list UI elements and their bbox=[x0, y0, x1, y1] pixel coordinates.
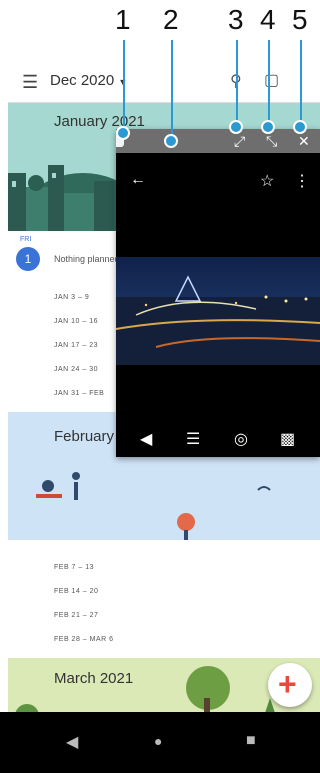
month-selector[interactable]: Dec 2020 ▼ bbox=[50, 72, 127, 89]
fullscreen-icon[interactable]: ⤡ bbox=[266, 133, 277, 150]
nav-recents-icon[interactable]: ■ bbox=[246, 732, 256, 750]
share-icon[interactable]: ◀ bbox=[140, 429, 152, 449]
day-event-text[interactable]: Nothing planned bbox=[54, 254, 120, 264]
callout-number-5: 5 bbox=[292, 4, 308, 35]
callout-number-3: 3 bbox=[228, 4, 244, 35]
close-icon[interactable]: ✕ bbox=[298, 133, 310, 150]
callout-marker-1 bbox=[116, 126, 130, 140]
system-navigation-bar: ◀ ● ■ bbox=[0, 712, 320, 773]
minimize-icon[interactable]: ⤢ bbox=[234, 133, 245, 150]
callout-line-4 bbox=[268, 40, 270, 126]
nav-home-icon[interactable]: ● bbox=[154, 733, 162, 749]
info-icon[interactable]: ⋮ bbox=[294, 171, 310, 191]
week-row[interactable]: FEB 21 – 27 bbox=[54, 612, 98, 619]
photo-preview[interactable] bbox=[116, 257, 320, 365]
callout-number-2: 2 bbox=[163, 4, 179, 35]
back-icon[interactable]: ← bbox=[130, 171, 146, 189]
week-row[interactable]: JAN 10 – 16 bbox=[54, 318, 98, 325]
today-icon[interactable]: ▢ bbox=[264, 70, 279, 90]
plus-icon: + bbox=[278, 666, 297, 702]
week-row[interactable]: FEB 28 – MAR 6 bbox=[54, 636, 114, 643]
callout-marker-5 bbox=[293, 120, 307, 134]
floating-window[interactable]: ⤢ ⤡ ✕ ← ☆ ⋮ ◀ ☰ ◎ ▩ bbox=[116, 129, 320, 457]
callout-line-5 bbox=[300, 40, 302, 126]
callout-number-1: 1 bbox=[115, 4, 131, 35]
floating-window-title-bar[interactable]: ⤢ ⤡ ✕ bbox=[116, 129, 320, 153]
callout-marker-4 bbox=[261, 120, 275, 134]
week-row[interactable]: JAN 24 – 30 bbox=[54, 366, 98, 373]
week-row[interactable]: JAN 17 – 23 bbox=[54, 342, 98, 349]
callout-marker-2 bbox=[164, 134, 178, 148]
week-row[interactable]: FEB 14 – 20 bbox=[54, 588, 98, 595]
calendar-app-bar: ☰ Dec 2020 ▼ ⚲ ▢ bbox=[8, 60, 320, 103]
menu-icon[interactable]: ☰ bbox=[22, 72, 38, 93]
week-row[interactable]: JAN 31 – FEB bbox=[54, 390, 104, 397]
edit-icon[interactable]: ☰ bbox=[186, 429, 200, 449]
nav-back-icon[interactable]: ◀ bbox=[66, 732, 78, 752]
add-event-button[interactable]: + bbox=[268, 663, 312, 707]
delete-icon[interactable]: ▩ bbox=[280, 429, 295, 449]
week-row[interactable]: FEB 7 – 13 bbox=[54, 564, 94, 571]
lens-icon[interactable]: ◎ bbox=[234, 429, 248, 449]
day-weekday: FRI bbox=[20, 236, 32, 243]
star-icon[interactable]: ☆ bbox=[260, 171, 274, 191]
week-row[interactable]: JAN 3 – 9 bbox=[54, 294, 89, 301]
callout-line-1 bbox=[123, 40, 125, 130]
month-title: Dec 2020 bbox=[50, 72, 115, 89]
callout-marker-3 bbox=[229, 120, 243, 134]
callout-line-3 bbox=[236, 40, 238, 126]
day-number-badge[interactable]: 1 bbox=[16, 247, 40, 271]
callout-number-4: 4 bbox=[260, 4, 276, 35]
callout-line-2 bbox=[171, 40, 173, 140]
